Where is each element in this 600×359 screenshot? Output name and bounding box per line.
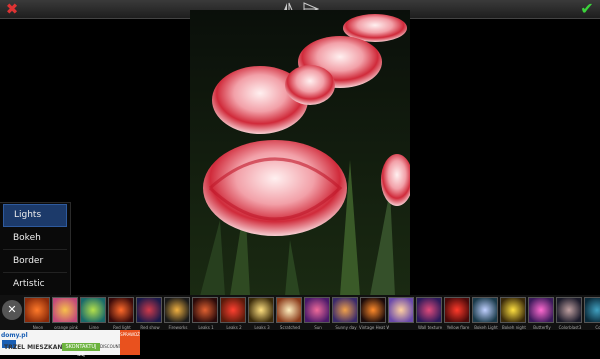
ad-cta-button[interactable]: SPRAWDŹ bbox=[120, 330, 140, 355]
menu-item-artistic[interactable]: Artistic bbox=[3, 274, 67, 296]
effect-thumbnail[interactable] bbox=[388, 297, 414, 323]
effect-thumbnail[interactable]: Leaks 1 bbox=[192, 297, 218, 330]
effect-thumbnail-label: Wall texture bbox=[417, 325, 443, 330]
close-icon: ✕ bbox=[7, 303, 17, 316]
effect-thumbnail-strip: ✕ Neon orange pink Lime Red light Red show Fi… bbox=[0, 295, 600, 330]
effect-thumbnail-label: Yellow flare bbox=[446, 325, 470, 330]
ad-headline: TRZEL MIESZKANIE bbox=[4, 344, 69, 351]
menu-item-bokeh[interactable]: Bokeh bbox=[3, 228, 67, 250]
thumbnail-list: Neon orange pink Lime Red light Red show Fire… bbox=[24, 297, 600, 330]
checkmark-icon: ✔ bbox=[580, 0, 594, 18]
effect-thumbnail[interactable]: Sunny day bbox=[332, 297, 358, 330]
close-strip-button[interactable]: ✕ bbox=[2, 300, 22, 320]
effect-thumbnail[interactable]: Lime bbox=[80, 297, 106, 330]
effect-thumbnail-label: Co bbox=[595, 325, 600, 330]
effect-thumbnail[interactable]: Sun bbox=[304, 297, 330, 330]
effect-thumbnail[interactable]: Red light bbox=[108, 297, 134, 330]
effect-thumbnail[interactable]: Colorblast3 bbox=[556, 297, 582, 330]
effect-thumbnail-label: Leaks 3 bbox=[254, 325, 270, 330]
effect-thumbnail[interactable]: Scratched bbox=[276, 297, 302, 330]
effect-thumbnail[interactable]: Leaks 2 bbox=[220, 297, 246, 330]
menu-item-border[interactable]: Border bbox=[3, 251, 67, 273]
effect-thumbnail[interactable]: Butterfly bbox=[528, 297, 554, 330]
effect-thumbnail-label: Sunny day bbox=[335, 325, 357, 330]
effect-thumbnail-label: Leaks 2 bbox=[226, 325, 242, 330]
close-x-icon: ✖ bbox=[5, 0, 19, 18]
effect-thumbnail[interactable]: Red show bbox=[136, 297, 162, 330]
effect-thumbnail-label: Leaks 1 bbox=[198, 325, 214, 330]
effect-thumbnail-label: Bokeh Light bbox=[474, 325, 498, 330]
effect-thumbnail-label: Fireworks bbox=[168, 325, 188, 330]
ad-banner[interactable]: domy.pl TRZEL MIESZKANIE SKONTAKTUJ SIĘ … bbox=[0, 330, 140, 358]
cancel-button[interactable]: ✖ bbox=[3, 1, 21, 17]
effect-thumbnail[interactable]: Bokeh Light bbox=[472, 297, 498, 330]
menu-item-lights[interactable]: Lights bbox=[3, 204, 67, 227]
effect-thumbnail[interactable]: Bokeh night bbox=[500, 297, 526, 330]
effect-thumbnail[interactable]: Co bbox=[584, 297, 600, 330]
ad-discount: DISCOUNT bbox=[100, 344, 122, 349]
effect-thumbnail[interactable]: Neon bbox=[24, 297, 50, 330]
effect-category-menu: Lights Bokeh Border Artistic bbox=[0, 202, 71, 296]
effect-thumbnail[interactable]: Leaks 3 bbox=[248, 297, 274, 330]
effect-thumbnail-label: Butterfly bbox=[533, 325, 551, 330]
effect-thumbnail[interactable]: Yellow flare bbox=[444, 297, 470, 330]
effect-thumbnail-label: Vintage Heat Wall bbox=[359, 325, 389, 330]
effect-thumbnail-label: Sun bbox=[314, 325, 322, 330]
effect-thumbnail-label: Colorblast3 bbox=[558, 325, 582, 330]
ad-badge: SKONTAKTUJ SIĘ bbox=[62, 343, 100, 358]
effect-thumbnail[interactable]: Wall texture bbox=[416, 297, 442, 330]
photo-canvas[interactable] bbox=[190, 10, 410, 296]
effect-thumbnail[interactable]: orange pink bbox=[52, 297, 78, 330]
confirm-button[interactable]: ✔ bbox=[578, 1, 596, 17]
effect-thumbnail-label: Scratched bbox=[279, 325, 301, 330]
effect-thumbnail[interactable]: Fireworks bbox=[164, 297, 190, 330]
effect-thumbnail[interactable]: Vintage Heat Wall bbox=[359, 297, 389, 330]
effect-thumbnail-label: Bokeh night bbox=[502, 325, 526, 330]
ad-brand: domy.pl bbox=[1, 332, 28, 339]
